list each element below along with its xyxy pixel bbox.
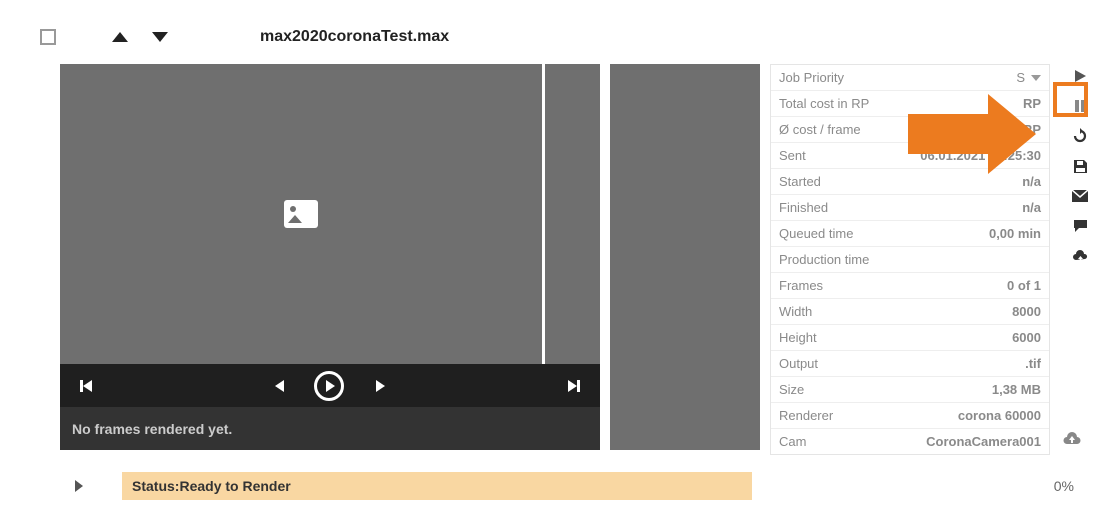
detail-value: 0,00 min bbox=[989, 226, 1041, 241]
detail-value: 0,00 RP bbox=[994, 122, 1041, 137]
detail-value: .tif bbox=[1025, 356, 1041, 371]
detail-row: Finished n/a bbox=[771, 195, 1049, 221]
detail-label: Total cost in RP bbox=[779, 96, 869, 111]
action-column bbox=[1066, 64, 1094, 455]
prev-frame-button[interactable] bbox=[275, 380, 284, 392]
secondary-preview bbox=[610, 64, 760, 450]
detail-row: Production time bbox=[771, 247, 1049, 273]
select-checkbox[interactable] bbox=[40, 29, 56, 45]
detail-value: n/a bbox=[1022, 200, 1041, 215]
detail-row: Renderer corona 60000 bbox=[771, 403, 1049, 429]
status-prefix: Status: bbox=[132, 478, 179, 494]
detail-row: Size 1,38 MB bbox=[771, 377, 1049, 403]
detail-value: corona 60000 bbox=[958, 408, 1041, 423]
detail-label: Job Priority bbox=[779, 70, 844, 85]
mail-button[interactable] bbox=[1068, 184, 1092, 208]
detail-value: RP bbox=[1023, 96, 1041, 111]
detail-value: 6000 bbox=[1012, 330, 1041, 345]
detail-value: 1,38 MB bbox=[992, 382, 1041, 397]
play-button[interactable] bbox=[314, 371, 344, 401]
detail-row: Height 6000 bbox=[771, 325, 1049, 351]
pause-button[interactable] bbox=[1068, 94, 1092, 118]
detail-label: Size bbox=[779, 382, 804, 397]
detail-value: 0 of 1 bbox=[1007, 278, 1041, 293]
last-frame-button[interactable] bbox=[566, 380, 580, 392]
detail-value: 8000 bbox=[1012, 304, 1041, 319]
detail-row: Started n/a bbox=[771, 169, 1049, 195]
detail-row: Ø cost / frame 0,00 RP bbox=[771, 117, 1049, 143]
image-placeholder-icon bbox=[284, 200, 318, 228]
job-details-table: Job Priority S Total cost in RP RP Ø cost / … bbox=[770, 64, 1050, 455]
detail-value: n/a bbox=[1022, 174, 1041, 189]
detail-row: Job Priority S bbox=[771, 65, 1049, 91]
detail-label: Cam bbox=[779, 434, 806, 449]
playback-controls bbox=[60, 364, 600, 407]
detail-row: Cam CoronaCamera001 bbox=[771, 429, 1049, 454]
restart-button[interactable] bbox=[1068, 124, 1092, 148]
next-frame-button[interactable] bbox=[374, 380, 385, 392]
sort-up-icon[interactable] bbox=[112, 32, 128, 42]
detail-label: Started bbox=[779, 174, 821, 189]
detail-row: Output .tif bbox=[771, 351, 1049, 377]
preview-image bbox=[60, 64, 542, 364]
detail-value[interactable]: S bbox=[1016, 70, 1041, 85]
detail-label: Output bbox=[779, 356, 818, 371]
preview-thumb-strip bbox=[545, 64, 600, 364]
detail-row: Width 8000 bbox=[771, 299, 1049, 325]
detail-value: CoronaCamera001 bbox=[926, 434, 1041, 449]
chevron-right-icon bbox=[75, 480, 83, 492]
detail-row: Sent 06.01.2021 12:25:30 bbox=[771, 143, 1049, 169]
detail-label: Width bbox=[779, 304, 812, 319]
detail-row: Frames 0 of 1 bbox=[771, 273, 1049, 299]
detail-row: Queued time 0,00 min bbox=[771, 221, 1049, 247]
status-text: Ready to Render bbox=[179, 478, 290, 494]
save-button[interactable] bbox=[1068, 154, 1092, 178]
cloud-download-button[interactable] bbox=[1068, 244, 1092, 268]
preview-panel: No frames rendered yet. bbox=[60, 64, 600, 455]
first-frame-button[interactable] bbox=[80, 380, 92, 392]
detail-label: Queued time bbox=[779, 226, 853, 241]
detail-label: Finished bbox=[779, 200, 828, 215]
detail-label: Ø cost / frame bbox=[779, 122, 861, 137]
status-bar: Status: Ready to Render bbox=[122, 472, 752, 500]
footer: Status: Ready to Render 0% bbox=[60, 472, 1082, 500]
detail-label: Height bbox=[779, 330, 817, 345]
detail-row: Total cost in RP RP bbox=[771, 91, 1049, 117]
detail-label: Renderer bbox=[779, 408, 833, 423]
sort-down-icon[interactable] bbox=[152, 32, 168, 42]
chevron-down-icon bbox=[1031, 75, 1041, 81]
cloud-upload-button[interactable] bbox=[1062, 432, 1082, 452]
start-button[interactable] bbox=[1068, 64, 1092, 88]
progress-percent: 0% bbox=[752, 478, 1082, 494]
detail-label: Sent bbox=[779, 148, 806, 163]
detail-value: 06.01.2021 12:25:30 bbox=[920, 148, 1041, 163]
detail-label: Frames bbox=[779, 278, 823, 293]
preview-status: No frames rendered yet. bbox=[60, 407, 600, 450]
job-header: max2020coronaTest.max bbox=[0, 0, 1106, 46]
detail-label: Production time bbox=[779, 252, 869, 267]
chat-button[interactable] bbox=[1068, 214, 1092, 238]
expand-button[interactable] bbox=[60, 472, 98, 500]
filename-label: max2020coronaTest.max bbox=[260, 28, 449, 46]
